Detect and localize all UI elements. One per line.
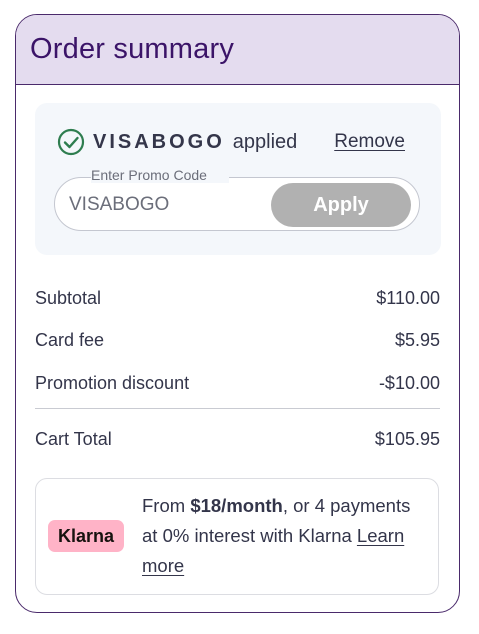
cart-total-label: Cart Total [35,429,112,449]
card-fee-label: Card fee [35,330,105,350]
check-circle-icon [57,128,85,156]
promo-applied-row: VISABOGO applied Remove [57,127,405,157]
subtotal-row: Subtotal $110.00 [35,288,440,309]
cart-total-value: $105.95 [374,429,440,449]
card-fee-row: Card fee $5.95 [35,330,440,351]
klarna-monthly-amount: $18/month [190,495,283,516]
remove-promo-link[interactable]: Remove [334,131,405,153]
promotion-discount-row: Promotion discount -$10.00 [35,373,440,394]
order-summary-title: Order summary [30,33,235,65]
klarna-promo-box: Klarna From $18/month, or 4 payments at … [35,478,439,595]
cart-total-row: Cart Total $105.95 [35,429,440,450]
apply-promo-button[interactable]: Apply [271,183,411,227]
klarna-logo: Klarna [48,520,124,552]
promo-code-panel: VISABOGO applied Remove Enter Promo Code… [35,103,441,255]
klarna-text-prefix: From [142,495,191,516]
promotion-discount-label: Promotion discount [35,373,190,393]
promo-code-field: Enter Promo Code Apply [54,167,420,231]
promo-field-label: Enter Promo Code [91,167,229,183]
summary-divider [35,408,440,409]
subtotal-label: Subtotal [35,288,102,308]
order-summary-card: Order summary VISABOGO applied Remove En… [15,14,460,613]
klarna-message: From $18/month, or 4 payments at 0% inte… [142,491,422,581]
subtotal-value: $110.00 [376,288,440,308]
applied-promo-code: VISABOGO [93,130,225,153]
order-summary-header: Order summary [16,15,459,85]
applied-status-text: applied [232,130,298,153]
card-fee-value: $5.95 [394,330,440,350]
promotion-discount-value: -$10.00 [378,373,440,393]
promo-code-input[interactable] [67,191,261,219]
